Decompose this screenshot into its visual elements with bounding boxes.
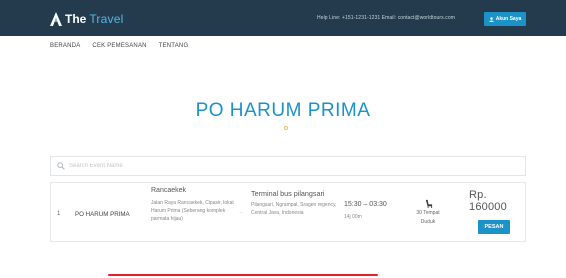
origin-title: Rancaekek [151, 187, 187, 194]
main-nav: BERANDA CEK PEMESANAN TENTANG [50, 40, 200, 52]
contact-info: Help Line: +151-1231-1231 Email: contact… [317, 15, 456, 21]
brand-logo-icon [50, 12, 62, 26]
origin-address: Jalan Raya Rancaekek, Cipasir, lokat Har… [151, 200, 234, 222]
brand-name-travel: Travel [89, 12, 124, 26]
route-arrow: → [238, 209, 243, 215]
search-icon [57, 162, 65, 170]
nav-item-tentang[interactable]: TENTANG [159, 43, 189, 49]
nav-item-beranda[interactable]: BERANDA [50, 43, 80, 49]
row-index: 1 [57, 211, 61, 217]
destination-title: Terminal bus pilangsari [251, 189, 325, 198]
title-ornament [284, 126, 288, 130]
bottom-accent-line [108, 274, 378, 276]
duration: 14j 00m [344, 214, 362, 220]
account-button[interactable]: Akun Saya [484, 12, 526, 26]
seat-count: 30 Tempat Duduk [416, 210, 440, 225]
destination-address: Pilangsari, Ngrampal, Sragen regency, Ce… [251, 202, 337, 216]
brand-name-the: The [65, 12, 87, 26]
price: Rp. 160000 [469, 189, 507, 213]
time-range: 15:30 – 03:30 [344, 201, 387, 208]
top-bar: The Travel Help Line: +151-1231-1231 Ema… [0, 0, 566, 36]
page-title: PO HARUM PRIMA [195, 100, 371, 121]
account-button-label: Akun Saya [495, 16, 522, 22]
book-button[interactable]: PESAN [478, 220, 510, 234]
person-icon [488, 16, 494, 22]
search-input[interactable] [69, 163, 509, 169]
bus-name: PO HARUM PRIMA [75, 211, 130, 218]
brand-logo[interactable]: The Travel [50, 11, 123, 27]
table-row: 1 PO HARUM PRIMA Rancaekek Jalan Raya Ra… [50, 182, 526, 242]
search-box [50, 156, 526, 176]
nav-item-cek-pemesanan[interactable]: CEK PEMESANAN [92, 43, 146, 49]
